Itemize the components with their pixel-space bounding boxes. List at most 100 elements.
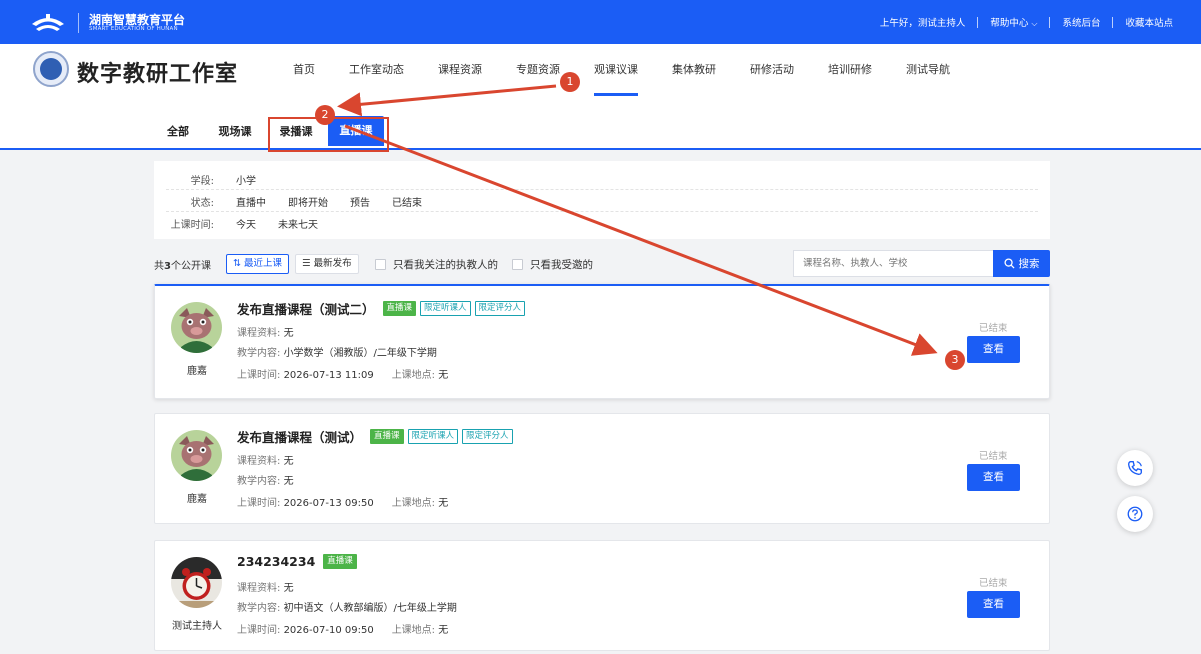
studio-title: 数字教研工作室 (77, 61, 239, 87)
field-label: 课程资料: (237, 328, 281, 339)
filter-option[interactable]: 小学 (236, 172, 256, 187)
field-label: 教学内容: (237, 476, 281, 487)
status-badge: 已结束 (979, 323, 1008, 334)
annotation-step-badge: 2 (315, 105, 335, 125)
course-content: 教学内容: 无 (237, 472, 294, 487)
follow-only-checkbox[interactable]: 只看我关注的执教人的 (375, 257, 498, 272)
help-button[interactable] (1117, 496, 1153, 532)
filter-option[interactable]: 预告 (350, 194, 370, 209)
main-nav: 数字教研工作室 首页 工作室动态 课程资源 专题资源 观课议课 集体教研 研修活… (0, 44, 1201, 96)
course-title-row: 234234234 直播课 (237, 554, 361, 569)
tab-all[interactable]: 全部 (160, 120, 196, 148)
filter-label: 上课时间: (170, 219, 214, 231)
alarm-clock-avatar-icon (171, 557, 222, 608)
link-divider (1112, 16, 1114, 28)
filter-option[interactable]: 即将开始 (288, 194, 328, 209)
field-value: 2026-07-10 09:50 (283, 625, 374, 636)
filter-panel: 学段: 小学 状态: 直播中 即将开始 预告 已结束 上课时间: 今天 未来七天 (154, 161, 1050, 239)
lesson-type-tabs: 全部 现场课 录播课 直播课 (0, 96, 1201, 150)
field-value: 无 (438, 370, 449, 381)
field-value: 无 (283, 476, 294, 487)
filter-divider (166, 189, 1038, 190)
sort-new-button[interactable]: ☰ 最新发布 (295, 254, 359, 274)
header-links: 上午好，测试主持人 帮助中心 ⌵ 系统后台 收藏本站点 (880, 15, 1173, 29)
nav-item-observe-lessons[interactable]: 观课议课 (577, 44, 655, 96)
course-title[interactable]: 234234234 (237, 554, 315, 569)
course-title[interactable]: 发布直播课程（测试） (237, 427, 362, 446)
sort-new-label: 最新发布 (313, 258, 352, 269)
tag-live: 直播课 (370, 429, 404, 444)
checkbox-box[interactable] (375, 259, 386, 270)
sort-recent-button[interactable]: ⇅ 最近上课 (226, 254, 290, 274)
filter-label: 学段: (190, 175, 214, 187)
count-value: 3 (164, 261, 171, 272)
field-label: 上课时间: (237, 498, 281, 509)
invited-only-checkbox[interactable]: 只看我受邀的 (512, 257, 593, 272)
list-toolbar: 共3个公开课 ⇅ 最近上课 ☰ 最新发布 只看我关注的执教人的 只看我受邀的 搜… (154, 250, 1050, 278)
sort-asc-icon: ⇅ (233, 258, 241, 269)
field-value: 无 (438, 625, 449, 636)
nav-item-studio-news[interactable]: 工作室动态 (332, 44, 421, 96)
nav-item-collective-research[interactable]: 集体教研 (655, 44, 733, 96)
search-icon (1003, 258, 1015, 269)
chevron-down-icon: ⌵ (1031, 19, 1038, 28)
course-time-place: 上课时间: 2026-07-13 11:09 上课地点: 无 (237, 366, 448, 381)
course-material: 课程资料: 无 (237, 324, 294, 339)
teacher-name: 鹿嘉 (187, 494, 207, 505)
tag-restricted-audience: 限定听课人 (407, 429, 459, 444)
checkbox-label: 只看我受邀的 (530, 259, 593, 271)
view-button[interactable]: 查看 (967, 464, 1020, 491)
tab-onsite[interactable]: 现场课 (214, 120, 256, 148)
help-center-label: 帮助中心 (990, 18, 1029, 29)
tag-restricted-audience: 限定听课人 (420, 301, 471, 316)
nav-item-research-activities[interactable]: 研修活动 (733, 44, 811, 96)
nav-item-test-nav[interactable]: 测试导航 (889, 44, 967, 96)
filter-option[interactable]: 直播中 (236, 194, 266, 209)
nav-item-training[interactable]: 培训研修 (811, 44, 889, 96)
greeting-text: 上午好，测试主持人 (879, 18, 966, 29)
question-icon (1127, 506, 1143, 522)
view-button[interactable]: 查看 (967, 591, 1020, 618)
top-bar: 湖南智慧教育平台 SMART EDUCATION OF HUNAN 上午好，测试… (0, 0, 1201, 44)
nav-item-course-resources[interactable]: 课程资源 (421, 44, 499, 96)
course-card: 鹿嘉 发布直播课程（测试） 直播课 限定听课人 限定评分人 课程资料: 无 教学… (154, 413, 1050, 524)
course-material: 课程资料: 无 (237, 579, 294, 594)
nav-items: 首页 工作室动态 课程资源 专题资源 观课议课 集体教研 研修活动 培训研修 测… (276, 44, 967, 96)
help-center-link[interactable]: 帮助中心 ⌵ (990, 15, 1037, 29)
field-value: 无 (283, 456, 294, 467)
course-time-place: 上课时间: 2026-07-10 09:50 上课地点: 无 (237, 621, 448, 636)
field-label: 上课时间: (237, 370, 281, 381)
filter-option[interactable]: 未来七天 (278, 216, 318, 231)
course-material: 课程资料: 无 (237, 452, 294, 467)
platform-logo-icon (32, 14, 64, 31)
field-label: 上课时间: (237, 625, 281, 636)
tag-live: 直播课 (323, 554, 357, 569)
course-card: 鹿嘉 发布直播课程（测试二） 直播课 限定听课人 限定评分人 课程资料: 无 教… (154, 284, 1050, 399)
view-button[interactable]: 查看 (967, 336, 1020, 363)
course-title[interactable]: 发布直播课程（测试二） (237, 299, 375, 318)
course-count: 共3个公开课 (154, 257, 211, 272)
studio-logo-icon (33, 51, 69, 87)
filter-option[interactable]: 已结束 (392, 194, 422, 209)
course-content: 教学内容: 小学数学（湘教版）/二年级下学期 (237, 344, 437, 359)
field-label: 课程资料: (237, 456, 281, 467)
pig-avatar-icon (171, 430, 222, 481)
search-input[interactable] (793, 250, 994, 277)
search-button[interactable]: 搜索 (993, 250, 1050, 277)
teacher-avatar (171, 430, 222, 481)
admin-link[interactable]: 系统后台 (1062, 15, 1100, 29)
bookmark-link[interactable]: 收藏本站点 (1125, 15, 1173, 29)
filter-option[interactable]: 今天 (236, 216, 256, 231)
search-button-label: 搜索 (1018, 258, 1040, 270)
status-badge: 已结束 (979, 451, 1008, 462)
annotation-step-badge: 1 (560, 72, 580, 92)
nav-item-home[interactable]: 首页 (276, 44, 332, 96)
field-label: 教学内容: (237, 603, 281, 614)
checkbox-box[interactable] (512, 259, 523, 270)
phone-support-button[interactable] (1117, 450, 1153, 486)
tag-restricted-scorer: 限定评分人 (474, 301, 526, 316)
course-title-row: 发布直播课程（测试二） 直播课 限定听课人 限定评分人 (237, 299, 529, 318)
field-label: 上课地点: (391, 498, 436, 509)
phone-icon (1128, 461, 1142, 475)
teacher-name: 鹿嘉 (187, 366, 207, 377)
